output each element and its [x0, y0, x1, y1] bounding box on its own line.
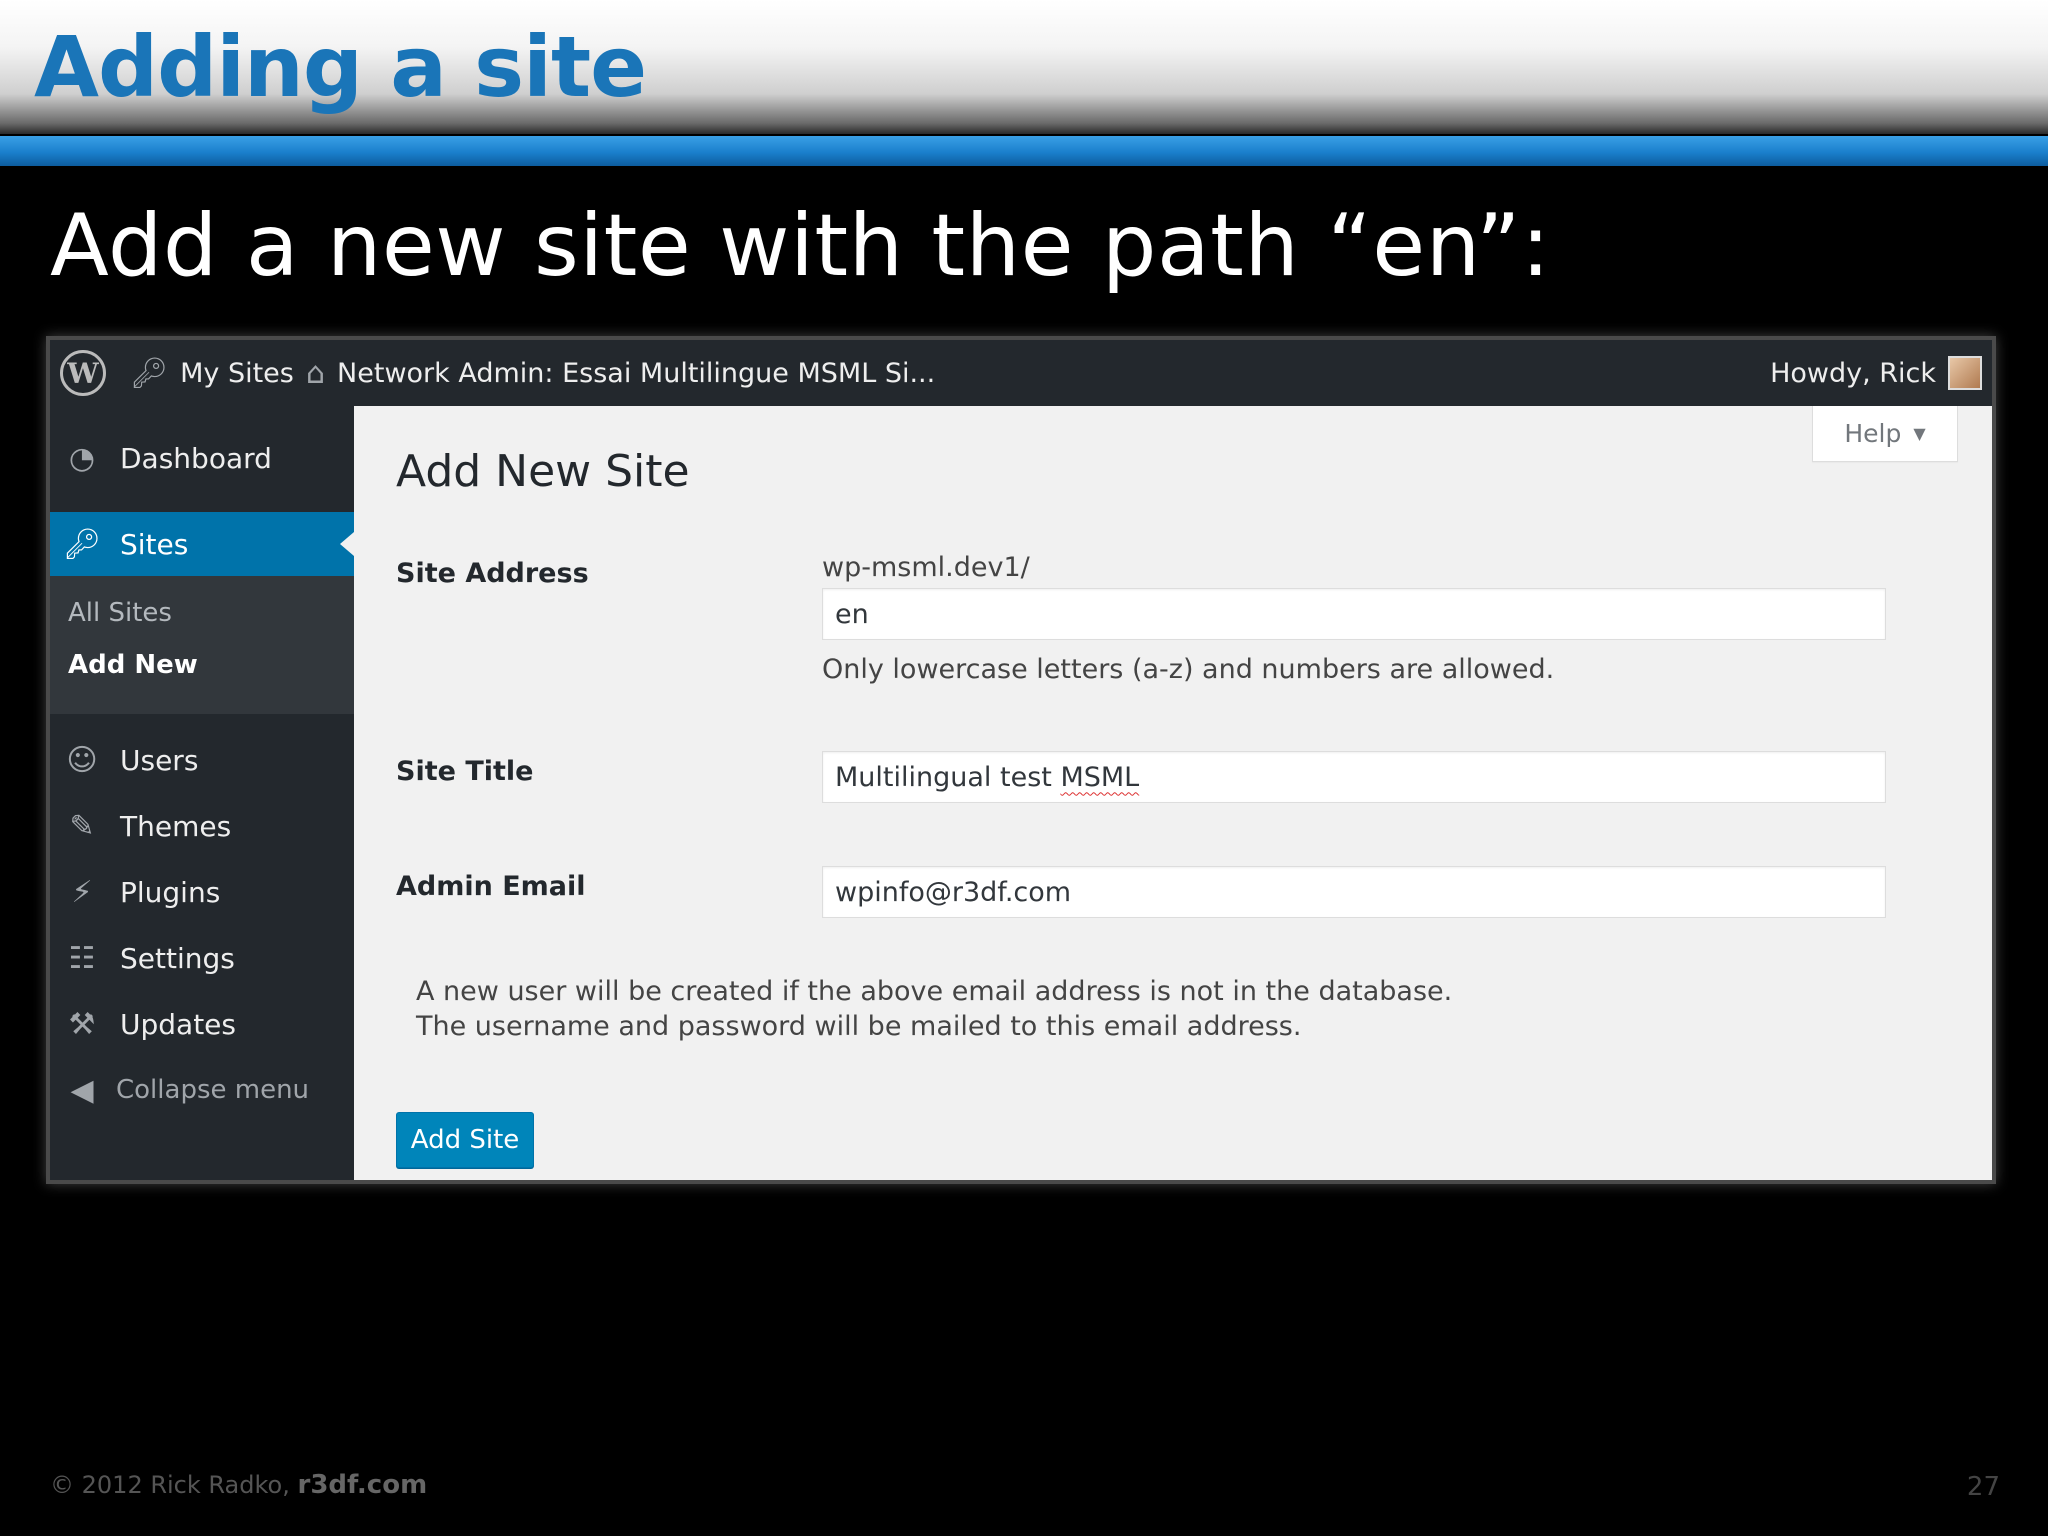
slide-title: Adding a site — [34, 18, 647, 116]
site-title-input[interactable]: Multilingual test MSML — [822, 751, 1886, 803]
site-address-value: en — [835, 598, 869, 630]
spellcheck-marked-word: MSML — [1060, 761, 1140, 793]
sidebar-item-label: Users — [120, 743, 199, 777]
sidebar-item-sites[interactable]: 🔑︎ Sites — [50, 512, 354, 576]
sidebar-item-settings[interactable]: ☷ Settings — [50, 926, 354, 990]
site-title-label: Site Title — [396, 756, 534, 787]
site-title-value-prefix: Multilingual test — [835, 761, 1061, 793]
sidebar-item-label: Plugins — [120, 875, 221, 909]
submenu-all-sites[interactable]: All Sites — [68, 598, 172, 628]
submenu-add-new[interactable]: Add New — [68, 650, 198, 680]
key-icon: 🔑︎ — [62, 526, 102, 562]
new-user-note-line1: A new user will be created if the above … — [416, 976, 1453, 1007]
sidebar-item-updates[interactable]: ⚒ Updates — [50, 992, 354, 1056]
admin-email-value: wpinfo@r3df.com — [835, 876, 1072, 908]
domain-prefix: wp-msml.dev1/ — [822, 552, 1030, 583]
site-address-label: Site Address — [396, 558, 589, 589]
network-admin-menu[interactable]: ⌂ Network Admin: Essai Multilingue MSML … — [306, 340, 935, 406]
my-sites-label: My Sites — [180, 357, 294, 389]
site-address-input[interactable]: en — [822, 588, 1886, 640]
footer-site-link: r3df.com — [297, 1470, 428, 1500]
sidebar-item-label: Updates — [120, 1007, 236, 1041]
collapse-menu-label: Collapse menu — [116, 1075, 310, 1105]
themes-icon: ✎ — [69, 808, 95, 844]
admin-email-label: Admin Email — [396, 871, 586, 902]
slide-subtitle: Add a new site with the path “en”: — [50, 196, 1551, 296]
collapse-icon: ◀ — [70, 1072, 94, 1108]
sidebar-item-label: Themes — [120, 809, 232, 843]
add-site-button[interactable]: Add Site — [396, 1112, 534, 1168]
sidebar-item-users[interactable]: ☺ Users — [50, 728, 354, 792]
slide-header: Adding a site — [0, 0, 2048, 134]
help-label: Help — [1844, 419, 1902, 448]
dashboard-icon: ◔ — [68, 440, 96, 476]
sidebar-item-themes[interactable]: ✎ Themes — [50, 794, 354, 858]
greeting-label: Howdy, Rick — [1770, 357, 1936, 389]
avatar — [1948, 356, 1982, 390]
sidebar-item-dashboard[interactable]: ◔ Dashboard — [50, 426, 354, 490]
settings-icon: ☷ — [68, 940, 96, 976]
wordpress-admin-screenshot: W 🔑︎ My Sites ⌂ Network Admin: Essai Mul… — [46, 336, 1996, 1184]
copyright-text: © 2012 Rick Radko, — [50, 1471, 290, 1499]
admin-email-input[interactable]: wpinfo@r3df.com — [822, 866, 1886, 918]
network-admin-label: Network Admin: Essai Multilingue MSML Si… — [337, 357, 936, 389]
collapse-menu-button[interactable]: ◀ Collapse menu — [50, 1058, 354, 1122]
wrench-icon: ⚒ — [68, 1006, 96, 1042]
main-content: Help ▼ Add New Site Site Address wp-msml… — [354, 406, 1992, 1180]
sidebar-item-label: Dashboard — [120, 441, 272, 475]
help-tab-button[interactable]: Help ▼ — [1812, 406, 1958, 462]
page-title: Add New Site — [396, 446, 690, 497]
sidebar-item-label: Settings — [120, 941, 235, 975]
key-icon: 🔑︎ — [130, 355, 169, 391]
new-user-note-line2: The username and password will be mailed… — [416, 1011, 1302, 1042]
add-site-label: Add Site — [410, 1125, 520, 1155]
header-accent-band — [0, 136, 2048, 166]
plugins-icon: ⚡︎ — [71, 874, 93, 910]
site-title-value: Multilingual test MSML — [835, 762, 1139, 793]
users-icon: ☺ — [66, 742, 98, 778]
home-icon: ⌂ — [306, 355, 326, 391]
admin-sidebar: ◔ Dashboard 🔑︎ Sites All Sites Add New ☺… — [50, 406, 354, 1180]
site-address-hint: Only lowercase letters (a-z) and numbers… — [822, 654, 1555, 685]
account-menu[interactable]: Howdy, Rick — [1770, 340, 1982, 406]
sidebar-item-plugins[interactable]: ⚡︎ Plugins — [50, 860, 354, 924]
admin-bar: W 🔑︎ My Sites ⌂ Network Admin: Essai Mul… — [50, 340, 1992, 406]
slide-page-number: 27 — [1966, 1472, 2000, 1502]
wordpress-logo-icon[interactable]: W — [60, 350, 106, 396]
sidebar-item-label: Sites — [120, 527, 189, 561]
slide-footer-copyright: © 2012 Rick Radko, r3df.com — [50, 1470, 427, 1500]
chevron-down-icon: ▼ — [1913, 424, 1926, 443]
sites-submenu: All Sites Add New — [50, 576, 354, 714]
my-sites-menu[interactable]: 🔑︎ My Sites — [130, 340, 294, 406]
